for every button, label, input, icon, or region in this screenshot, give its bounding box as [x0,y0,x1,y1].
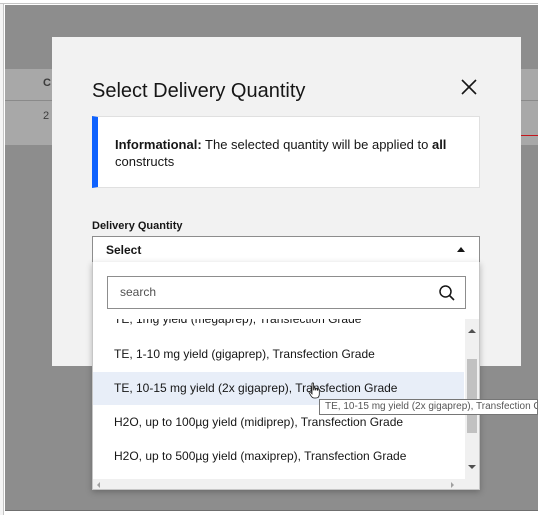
select-value: Select [106,243,142,257]
option-h2o-500ug-maxiprep[interactable]: H2O, up to 500µg yield (maxiprep), Trans… [93,440,464,473]
background-bottom-edge [5,510,538,511]
modal-title: Select Delivery Quantity [92,80,306,102]
notification-emphasis: all [431,137,447,152]
scroll-right-arrow-icon[interactable] [451,482,454,488]
option-te-1mg-megaprep[interactable]: TE, 1mg yield (megaprep), Transfection G… [93,319,464,336]
background-row-value: 2 [43,110,50,122]
notification-body-end: constructs [115,154,175,169]
option-tooltip: TE, 10-15 mg yield (2x gigaprep), Transf… [319,399,538,415]
background-column-header: C [43,77,51,89]
hand-cursor-icon [308,382,320,399]
option-te-1-10mg-gigaprep[interactable]: TE, 1-10 mg yield (gigaprep), Transfecti… [93,338,464,371]
delivery-quantity-label: Delivery Quantity [92,220,183,232]
delivery-quantity-dropdown: TE, 1mg yield (megaprep), Transfection G… [92,262,480,490]
chevron-up-icon [457,247,465,252]
notification-body-start: The selected quantity will be applied to [201,137,432,152]
scroll-left-arrow-icon[interactable] [97,482,100,488]
search-icon[interactable] [438,284,456,302]
notification-text: Informational: The selected quantity wil… [115,136,465,170]
window-left-edge [0,4,4,515]
scroll-down-arrow-icon[interactable] [468,465,476,469]
scrollbar-corner [464,479,479,489]
notification-label: Informational: [115,137,202,152]
delivery-quantity-select[interactable]: Select [92,236,480,262]
search-input[interactable] [120,285,420,299]
informational-notification: Informational: The selected quantity wil… [92,116,480,188]
close-icon[interactable] [457,75,481,99]
vertical-scroll-thumb[interactable] [467,359,477,433]
close-button[interactable] [457,75,481,99]
background-red-line [521,135,538,136]
horizontal-scrollbar[interactable] [93,479,464,489]
search-field[interactable] [107,276,466,309]
window-top-edge [0,0,538,4]
scroll-up-arrow-icon[interactable] [468,329,476,333]
